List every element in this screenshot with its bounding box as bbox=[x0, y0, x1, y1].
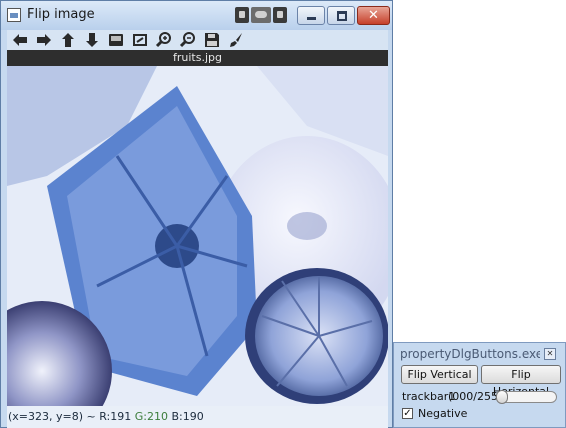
window-title: Flip image bbox=[27, 7, 95, 22]
dialog-title: propertyDlgButtons.exe set... bbox=[400, 347, 540, 361]
app-icon bbox=[7, 8, 21, 22]
flip-vertical-button[interactable]: Flip Vertical bbox=[401, 365, 478, 384]
file-name-bar: fruits.jpg bbox=[7, 50, 388, 66]
arrow-left-icon[interactable] bbox=[11, 31, 29, 49]
close-button[interactable]: ✕ bbox=[357, 6, 390, 25]
pin-icon[interactable] bbox=[235, 7, 249, 23]
fit-window-icon[interactable] bbox=[131, 31, 149, 49]
main-window: Flip image ✕ fruits.jpg (x=323, y=8) ~ R… bbox=[0, 0, 393, 428]
title-extra-icons bbox=[235, 7, 287, 23]
flip-horizontal-button[interactable]: Flip Horizontal bbox=[481, 365, 561, 398]
trackbar-thumb[interactable] bbox=[496, 390, 508, 404]
lock-icon[interactable] bbox=[273, 7, 287, 23]
save-image-icon[interactable] bbox=[107, 31, 125, 49]
brush-icon[interactable] bbox=[227, 31, 245, 49]
pixel-r: R:191 bbox=[99, 410, 132, 423]
arrow-up-icon[interactable] bbox=[59, 31, 77, 49]
maximize-button[interactable] bbox=[327, 6, 355, 25]
save-icon[interactable] bbox=[203, 31, 221, 49]
arrow-right-icon[interactable] bbox=[35, 31, 53, 49]
property-dialog: propertyDlgButtons.exe set... ✕ Flip Ver… bbox=[393, 342, 566, 428]
negative-checkbox-label[interactable]: Negative bbox=[418, 407, 467, 420]
trackbar[interactable] bbox=[496, 390, 557, 404]
dialog-close-icon[interactable]: ✕ bbox=[544, 348, 556, 360]
zoom-in-icon[interactable] bbox=[155, 31, 173, 49]
pixel-b: B:190 bbox=[171, 410, 204, 423]
arrow-down-icon[interactable] bbox=[83, 31, 101, 49]
pixel-coords: (x=323, y=8) ~ bbox=[8, 410, 100, 423]
toolbar bbox=[7, 30, 388, 50]
pixel-g: G:210 bbox=[134, 410, 168, 423]
negative-checkbox[interactable]: ✓ bbox=[402, 408, 413, 419]
view-icon[interactable] bbox=[251, 7, 271, 23]
zoom-out-icon[interactable] bbox=[179, 31, 197, 49]
minimize-button[interactable] bbox=[297, 6, 325, 25]
image-display[interactable] bbox=[7, 66, 388, 406]
title-bar[interactable]: Flip image ✕ bbox=[1, 1, 392, 30]
status-bar: (x=323, y=8) ~ R:191 G:210 B:190 bbox=[7, 406, 388, 428]
trackbar-value: (000/255) bbox=[448, 390, 503, 403]
close-icon: ✕ bbox=[368, 8, 379, 23]
